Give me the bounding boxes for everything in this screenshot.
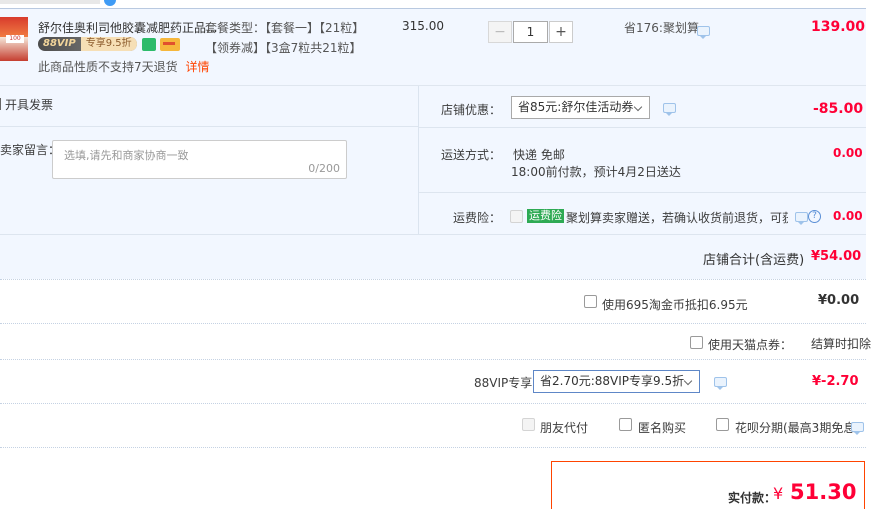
tmall-points-label: 使用天猫点券：: [708, 338, 793, 352]
shop-total-value: ¥54.00: [811, 249, 862, 264]
insurance-value: 0.00: [833, 209, 863, 223]
shipping-value: 0.00: [833, 146, 863, 160]
info-icon: [104, 0, 116, 6]
help-icon[interactable]: ?: [808, 210, 821, 223]
vip-label: 88VIP: [43, 38, 76, 49]
shipping-label: 运送方式：: [441, 148, 502, 162]
shipping-method: 快递 免邮: [513, 148, 565, 162]
taobao-coin-checkbox[interactable]: [584, 295, 597, 308]
huabei-message-icon[interactable]: [851, 422, 864, 435]
invoice-divider: [0, 98, 1, 110]
anonymous-label: 匿名购买: [638, 421, 687, 435]
insurance-message-icon[interactable]: [795, 212, 808, 225]
quantity-input[interactable]: 1: [513, 21, 548, 43]
huabei-label: 花呗分期(最高3期免息): [735, 421, 860, 435]
pay-label: 实付款：: [728, 491, 777, 505]
vip-discount-option: 省2.70元:88VIP专享9.5折: [540, 374, 685, 388]
shop-discount-option: 省85元:舒尔佳活动券: [518, 100, 634, 114]
return-note: 此商品性质不支持7天退货 详情: [38, 58, 209, 75]
friend-pay-label: 朋友代付: [540, 421, 589, 435]
top-cut-strip: [0, 0, 120, 6]
chevron-down-icon: [633, 102, 643, 112]
anonymous-checkbox[interactable]: [619, 418, 632, 431]
quantity-stepper: − 1 +: [488, 21, 573, 43]
shipping-note: 18:00前付款，预计4月2日送达: [511, 165, 681, 179]
huabei-checkbox[interactable]: [716, 418, 729, 431]
item-thumbnail[interactable]: 100: [0, 17, 28, 61]
return-link[interactable]: 详情: [185, 60, 209, 74]
seller-message-input[interactable]: 选填,请先和商家协商一致 0/200: [52, 140, 347, 179]
message-label: 卖家留言：: [0, 143, 61, 157]
shop-total-label: 店铺合计(含运费): [703, 253, 805, 268]
tmall-points-value: 结算时扣除: [811, 337, 872, 351]
return-note-text: 此商品性质不支持7天退货: [38, 60, 178, 74]
message-counter: 0/200: [308, 162, 340, 175]
shop-discount-select[interactable]: 省85元:舒尔佳活动券: [511, 96, 650, 119]
insurance-badge: 运费险: [527, 209, 564, 223]
message-icon[interactable]: [697, 26, 710, 39]
vip-badge: 88VIP 专享9.5折: [38, 37, 137, 51]
shop-discount-label: 店铺优惠：: [441, 103, 502, 117]
item-subtotal: 139.00: [811, 19, 866, 35]
friend-pay-checkbox[interactable]: [522, 418, 535, 431]
insurance-checkbox[interactable]: [510, 210, 523, 223]
message-placeholder: 选填,请先和商家协商一致: [64, 149, 189, 162]
coupon-label: 【领券减】【3盒7粒共21粒】: [205, 41, 362, 55]
vip-discount-select[interactable]: 省2.70元:88VIP专享9.5折: [533, 370, 700, 393]
taobao-coin-value: ¥0.00: [818, 293, 860, 308]
vip-row-label: 88VIP专享: [474, 376, 533, 390]
vip-value: ¥-2.70: [812, 374, 859, 389]
vip-message-icon[interactable]: [714, 377, 727, 390]
service-icon: [142, 38, 156, 51]
discount-message-icon[interactable]: [663, 103, 676, 116]
quantity-minus-button[interactable]: −: [488, 21, 512, 43]
insurance-text: 聚划算卖家赠送，若确认收货前退货，可获...: [566, 211, 788, 225]
invoice-row[interactable]: 开具发票: [0, 96, 53, 113]
insurance-label: 运费险：: [453, 211, 502, 225]
invoice-label: 开具发票: [5, 98, 54, 112]
pay-currency: ¥: [773, 484, 784, 503]
card-icon: [160, 38, 180, 51]
quantity-plus-button[interactable]: +: [549, 21, 573, 43]
tmall-points-checkbox[interactable]: [690, 336, 703, 349]
saving-label: 省176:聚划算: [624, 21, 699, 35]
unit-price: 315.00: [402, 19, 444, 33]
taobao-coin-label: 使用695淘金币抵扣6.95元: [602, 298, 748, 312]
vip-discount: 专享9.5折: [80, 37, 137, 51]
pay-amount: 51.30: [790, 480, 857, 504]
item-title[interactable]: 舒尔佳奥利司他胶囊减肥药正品...: [38, 19, 217, 36]
chevron-down-icon: [683, 376, 693, 386]
shop-discount-value: -85.00: [813, 101, 864, 117]
sku-label: 套餐类型：【套餐一】【21粒】: [205, 21, 365, 35]
